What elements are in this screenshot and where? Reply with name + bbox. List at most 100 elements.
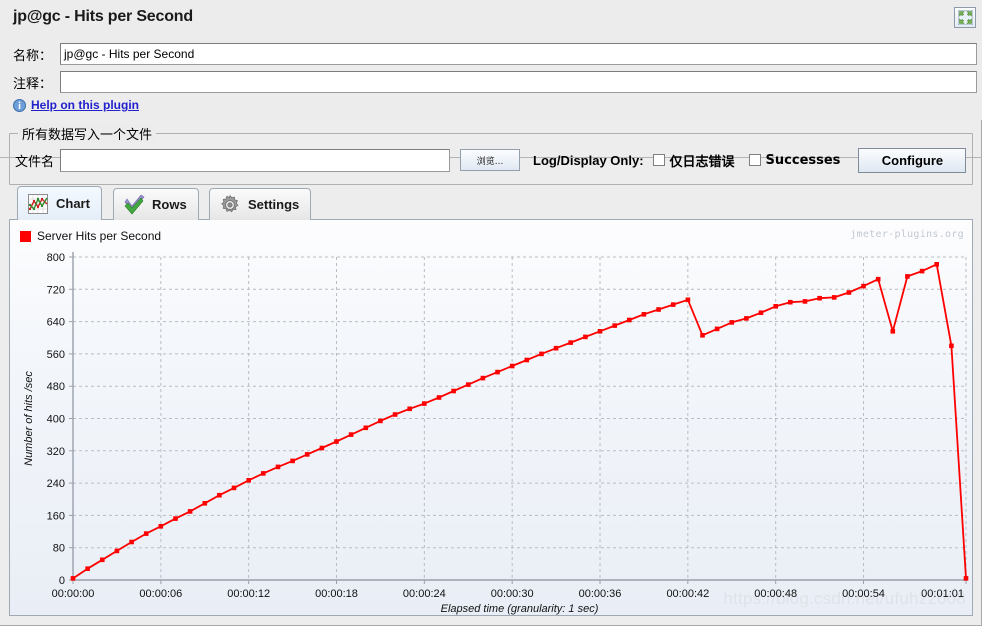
- expand-arrows-icon[interactable]: [954, 7, 976, 28]
- comment-label: 注释：: [13, 76, 53, 92]
- errors-only-checkbox-box[interactable]: [652, 154, 665, 166]
- comment-input[interactable]: [60, 71, 977, 93]
- data-point-marker: [670, 302, 676, 307]
- data-point-marker: [466, 382, 471, 387]
- successes-checkbox-box[interactable]: [748, 154, 761, 166]
- data-point-marker: [304, 452, 310, 457]
- x-axis-tick-label: 00:00:00: [52, 588, 95, 600]
- data-point-marker: [319, 445, 325, 451]
- y-axis-tick-label: 160: [47, 510, 65, 522]
- tab-settings[interactable]: Settings: [209, 188, 312, 220]
- successes-checkbox-label: Successes: [765, 152, 841, 168]
- x-axis-title: Elapsed time (granularity: 1 sec): [441, 603, 599, 615]
- data-point-marker: [407, 406, 412, 412]
- data-point-marker: [70, 576, 76, 581]
- data-point-marker: [817, 295, 822, 301]
- data-point-marker: [656, 307, 661, 312]
- data-point-marker: [246, 478, 251, 483]
- data-point-marker: [934, 262, 939, 267]
- data-point-marker: [831, 295, 837, 300]
- x-axis-tick-label: 00:00:06: [139, 588, 182, 600]
- data-point-marker: [949, 343, 954, 349]
- data-point-marker: [744, 316, 749, 321]
- y-axis-tick-label: 240: [47, 478, 65, 490]
- name-input[interactable]: jp@gc - Hits per Second: [60, 43, 977, 65]
- help-on-this-plugin-link[interactable]: Help on this plugin: [31, 98, 139, 112]
- data-point-marker: [202, 501, 208, 506]
- tab-settings-label: Settings: [248, 197, 300, 212]
- tab-chart-label: Chart: [56, 196, 90, 211]
- data-point-marker: [392, 412, 398, 417]
- line-chart-icon: [28, 193, 48, 214]
- data-point-marker: [875, 276, 881, 282]
- data-point-marker: [714, 326, 720, 332]
- data-point-marker: [158, 524, 164, 529]
- page-title: jp@gc - Hits per Second: [13, 8, 193, 25]
- green-check-icon: [124, 194, 145, 214]
- chart-panel: Server Hits per Second jmeter-plugins.or…: [9, 220, 973, 616]
- info-icon: [13, 98, 26, 112]
- y-axis-tick-label: 0: [59, 575, 65, 587]
- log-display-only-label: Log/Display Only:: [533, 152, 644, 168]
- hits-per-second-line-chart: 0 80 160 240 320 400 480 560 640 720 800 00:00:00 00…: [23, 252, 969, 615]
- x-axis-tick-label: 00:00:24: [403, 588, 446, 600]
- data-point-marker: [861, 283, 866, 289]
- x-axis-tick-label: 00:00:42: [666, 588, 709, 600]
- data-point-marker: [539, 351, 544, 357]
- data-point-marker: [553, 345, 559, 351]
- file-row: 文件名 浏览... Log/Display Only: 仅日志错误 Succes…: [15, 147, 967, 173]
- x-axis-tick-label: 00:01:01: [921, 588, 964, 600]
- x-axis-tick-label: 00:00:30: [491, 588, 534, 600]
- tab-rows[interactable]: Rows: [113, 188, 199, 220]
- browse-button[interactable]: 浏览...: [460, 149, 521, 171]
- y-axis-tick-label: 480: [47, 381, 65, 393]
- y-axis-tick-label: 320: [47, 446, 65, 458]
- help-row: Help on this plugin: [13, 98, 139, 112]
- data-point-marker: [758, 310, 764, 315]
- gear-icon: [221, 194, 239, 212]
- tab-chart[interactable]: Chart: [17, 186, 102, 220]
- data-point-marker: [114, 548, 120, 554]
- data-point-marker: [143, 531, 149, 536]
- data-point-marker: [436, 395, 442, 400]
- title-bar: jp@gc - Hits per Second: [0, 0, 982, 36]
- data-point-marker: [480, 375, 486, 381]
- name-row: 名称： jp@gc - Hits per Second: [0, 41, 982, 67]
- data-point-marker: [773, 304, 778, 309]
- filename-input[interactable]: [60, 148, 451, 172]
- data-point-marker: [100, 557, 105, 563]
- x-axis-tick-label: 00:00:54: [842, 588, 885, 600]
- data-point-marker: [890, 329, 896, 334]
- data-point-marker: [641, 312, 647, 317]
- data-point-marker: [334, 439, 339, 444]
- write-all-data-to-file-group: 所有数据写入一个文件 文件名 浏览... Log/Display Only: 仅…: [9, 124, 973, 185]
- y-axis-tick-label: 560: [47, 349, 65, 361]
- y-axis-tick-label: 640: [47, 317, 65, 329]
- data-point-marker: [187, 509, 193, 514]
- comment-row: 注释：: [0, 69, 982, 95]
- errors-only-checkbox[interactable]: 仅日志错误: [652, 151, 735, 170]
- data-point-marker: [919, 268, 925, 274]
- data-point-marker: [729, 320, 735, 325]
- data-point-marker: [583, 334, 588, 340]
- filename-label: 文件名: [15, 154, 55, 170]
- data-point-marker: [846, 290, 852, 295]
- data-point-marker: [173, 516, 178, 521]
- data-point-marker: [217, 492, 222, 498]
- y-axis-tick-label: 80: [53, 543, 65, 555]
- data-point-marker: [348, 432, 354, 437]
- successes-checkbox[interactable]: Successes: [748, 152, 841, 168]
- hits-per-second-plugin-window: jp@gc - Hits per Second 名称： jp@gc - Hits…: [0, 0, 982, 626]
- y-axis-tick-label: 720: [47, 284, 65, 296]
- tab-rows-label: Rows: [152, 197, 187, 212]
- data-point-marker: [85, 566, 90, 571]
- data-point-marker: [905, 274, 910, 279]
- data-point-marker: [422, 401, 427, 406]
- x-axis-tick-label: 00:00:36: [579, 588, 622, 600]
- x-axis-tick-label: 00:00:48: [754, 588, 797, 600]
- configure-button[interactable]: Configure: [858, 147, 967, 173]
- data-point-marker: [568, 340, 573, 345]
- x-axis-tick-label: 00:00:12: [227, 588, 270, 600]
- data-point-marker: [627, 317, 632, 323]
- data-point-marker: [231, 485, 237, 491]
